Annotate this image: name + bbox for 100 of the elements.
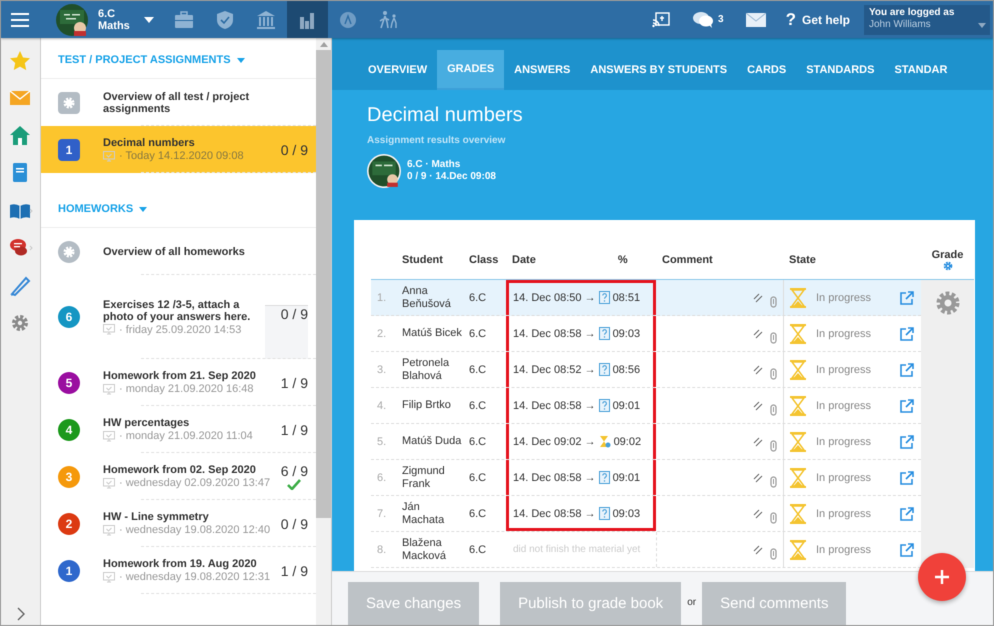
student-name[interactable]: Filip Brtko (397, 399, 464, 412)
assignment-item[interactable]: 6 Exercises 12 /3-5, attach a photo of your answers here. · friday 25.09.2020 14:53 0 / 9 (41, 275, 316, 359)
question-icon (598, 291, 610, 304)
chart-icon[interactable] (286, 1, 328, 38)
end-time: 08:56 (612, 364, 640, 376)
external-link-icon[interactable] (900, 326, 914, 340)
row-number: 7. (376, 508, 388, 520)
item-title: Overview of all test / project assignments (103, 90, 250, 114)
number-badge: 1 (58, 138, 80, 160)
item-date: · monday 21.09.2020 16:48 (119, 383, 254, 395)
paperclip-icon[interactable] (770, 548, 777, 560)
edit-icon[interactable] (753, 400, 763, 410)
question-icon (598, 363, 610, 376)
student-name[interactable]: Matúš Bicek (397, 327, 464, 340)
caret-icon[interactable] (978, 22, 986, 28)
user-menu[interactable]: You are logged as John Williams (864, 4, 990, 34)
paperclip-icon[interactable] (770, 512, 777, 524)
edit-icon[interactable] (753, 472, 763, 482)
item-title: Decimal numbers (103, 137, 196, 149)
score: 0 / 9 (280, 516, 308, 532)
row-number: 4. (376, 400, 388, 412)
plus-icon (934, 569, 950, 585)
external-link-icon[interactable] (900, 542, 914, 556)
row-number: 8. (376, 544, 388, 556)
assignment-item[interactable]: 1 Decimal numbers · Today 14.12.2020 09:08 0 / 9 (41, 126, 316, 173)
edit-icon[interactable] (753, 292, 763, 302)
table-row[interactable]: 5. Matúš Duda 6.C 14. Dec 09:02 → 09:02 In progress (371, 424, 921, 460)
edit-icon[interactable] (753, 544, 763, 554)
table-row[interactable]: 3. Petronela Blahová 6.C 14. Dec 08:52 → 08:56 In progress (371, 352, 921, 388)
class-cell-text: 6.C (468, 364, 488, 376)
external-link-icon[interactable] (900, 470, 914, 484)
table-row[interactable]: 4. Filip Brtko 6.C 14. Dec 08:58 → 09:01 In progress (371, 388, 921, 424)
assignment-item[interactable]: Overview of all homeworks (41, 228, 316, 275)
item-date: · wednesday 19.08.2020 12:31 (119, 571, 270, 583)
item-date: · monday 21.09.2020 11:04 (119, 430, 253, 442)
item-date: · Today 14.12.2020 09:08 (119, 150, 244, 162)
hourglass-icon (790, 432, 806, 452)
external-link-icon[interactable] (900, 290, 914, 304)
row-number: 5. (376, 436, 388, 448)
student-name[interactable]: Anna Beňušová (397, 284, 464, 310)
paperclip-icon[interactable] (770, 296, 777, 308)
edit-icon[interactable] (753, 364, 763, 374)
student-name[interactable]: Petronela Blahová (397, 356, 464, 382)
assignment-item[interactable]: 1 Homework from 19. Aug 2020 · wednesday 19.08.2020 12:31 1 / 9 (41, 547, 316, 594)
student-name[interactable]: Matúš Duda (397, 435, 464, 448)
edit-icon[interactable] (753, 436, 763, 446)
external-link-icon[interactable] (900, 362, 914, 376)
caret-icon[interactable] (144, 16, 154, 22)
class-cell-text: 6.C (468, 292, 488, 304)
chat-icon[interactable] (692, 10, 714, 28)
scroll-up-icon[interactable] (320, 42, 328, 47)
table-row[interactable]: 7. Ján Machata 6.C 14. Dec 08:58 → 09:03 In progress (371, 496, 921, 532)
assignment-item[interactable]: 4 HW percentages · monday 21.09.2020 11:04 1 / 9 (41, 406, 316, 453)
hourglass-icon (790, 396, 806, 416)
student-name[interactable]: Blažena Macková (397, 536, 464, 562)
monitor-icon (103, 324, 115, 335)
end-time: 09:03 (612, 328, 640, 340)
subject-name[interactable]: Maths (98, 20, 130, 32)
scrollbar-thumb[interactable] (316, 50, 331, 518)
start-time: 14. Dec 09:02 → (513, 436, 596, 448)
paperclip-icon[interactable] (770, 332, 777, 344)
state-label: In progress (816, 400, 872, 412)
table-row[interactable]: 6. Zigmund Frank 6.C 14. Dec 08:58 → 09:01 In progress (371, 460, 921, 496)
assignment-item[interactable]: 3 Homework from 02. Sep 2020 · wednesday 02.09.2020 13:47 6 / 9 (41, 453, 316, 500)
external-link-icon[interactable] (900, 434, 914, 448)
edit-icon[interactable] (753, 508, 763, 518)
table-row[interactable]: 2. Matúš Bicek 6.C 14. Dec 08:58 → 09:03 In progress (371, 316, 921, 352)
class-cell-text: 6.C (468, 328, 488, 340)
chevron-right-icon[interactable] (16, 607, 26, 621)
edit-icon[interactable] (753, 328, 763, 338)
settings-icon[interactable] (934, 290, 960, 316)
column-header: Student (401, 254, 444, 266)
assignment-item[interactable]: 2 HW - Line symmetry · wednesday 19.08.2020 12:40 0 / 9 (41, 500, 316, 547)
external-link-icon[interactable] (900, 398, 914, 412)
item-title: Overview of all homeworks (103, 246, 246, 258)
caret-icon[interactable] (236, 58, 245, 62)
student-name[interactable]: Ján Machata (397, 500, 464, 526)
paperclip-icon[interactable] (770, 368, 777, 380)
paperclip-icon[interactable] (770, 404, 777, 416)
envelope-icon[interactable] (746, 12, 766, 26)
caret-icon[interactable] (139, 206, 148, 212)
table-row[interactable]: 1. Anna Beňušová 6.C 14. Dec 08:50 → 08:51 In progress (371, 280, 921, 316)
class-name[interactable]: 6.C (98, 8, 130, 20)
item-title: HW - Line symmetry (103, 511, 210, 523)
assignment-item[interactable]: Overview of all test / project assignments (41, 79, 316, 126)
user-caption: You are logged as (869, 6, 956, 18)
score: 0 / 9 (280, 142, 308, 158)
scrollbar[interactable] (316, 38, 331, 625)
cast-icon[interactable] (652, 12, 670, 28)
assignment-item[interactable]: 5 Homework from 21. Sep 2020 · monday 21.09.2020 16:48 1 / 9 (41, 359, 316, 406)
number-badge: 3 (58, 466, 80, 488)
class-cell-text: 6.C (468, 400, 488, 412)
paperclip-icon[interactable] (770, 440, 777, 452)
help-button[interactable]: ? Get help (786, 10, 850, 30)
external-link-icon[interactable] (900, 506, 914, 520)
end-time: 09:01 (612, 400, 640, 412)
item-title: Homework from 21. Sep 2020 (103, 370, 257, 382)
settings-icon[interactable] (942, 260, 952, 270)
student-name[interactable]: Zigmund Frank (397, 464, 464, 490)
paperclip-icon[interactable] (770, 476, 777, 488)
